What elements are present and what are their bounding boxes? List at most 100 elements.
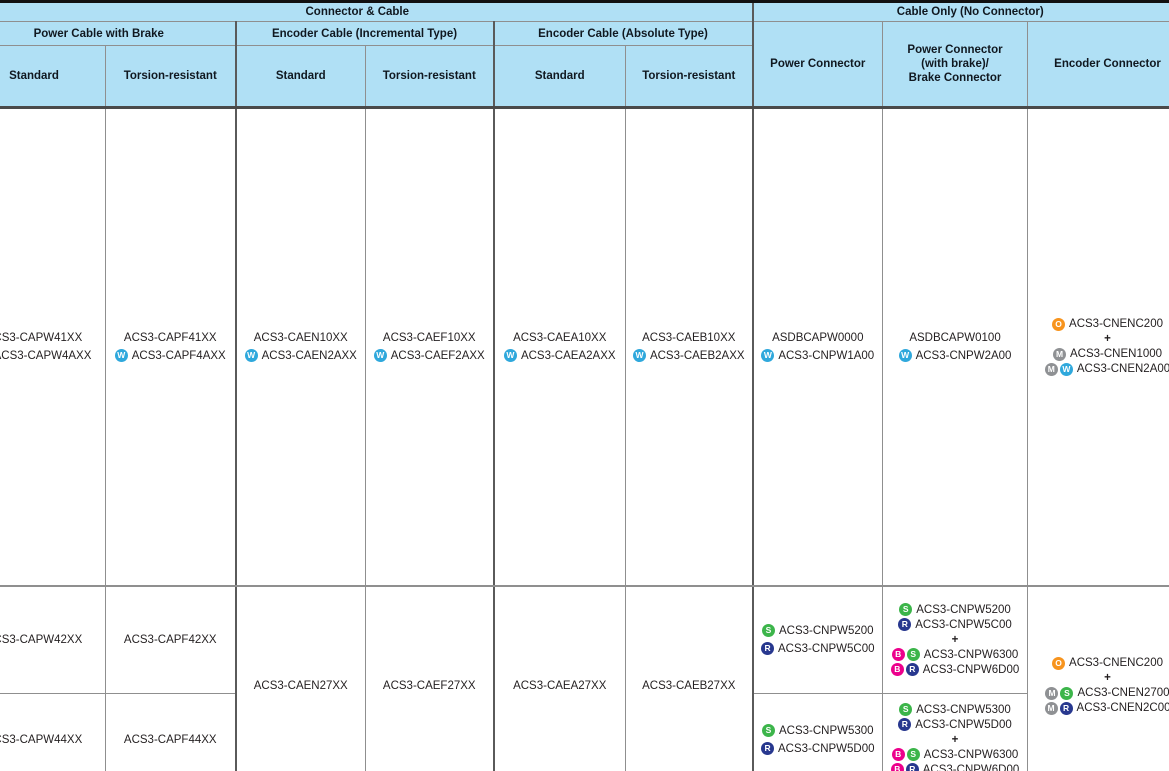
subgroup-header-encoder-cable-absolute: Encoder Cable (Absolute Type): [492, 21, 754, 46]
plus-separator: +: [884, 732, 1027, 747]
part-number-text: ACS3-CAEF27XX: [382, 679, 476, 692]
part-number-text: ACS3-CAPF42XX: [123, 633, 217, 646]
column-header-incremental-torsion: Torsion-resistant: [365, 45, 494, 109]
part-number-line: W ACS3-CNPW1A00: [755, 348, 882, 364]
part-number-text: ACS3-CNPW5C00: [915, 618, 1012, 631]
badge-o-icon: O: [1052, 656, 1066, 670]
part-number-line: ACS3-CAPW42XX: [0, 632, 105, 648]
part-number-text: ACS3-CAEA27XX: [513, 679, 607, 692]
catalog-table-page: Connector & Cable Cable Only (No Connect…: [0, 0, 1169, 771]
part-number-text: ACS3-CNEN1000: [1069, 348, 1163, 361]
cell-absolute-standard-row1: ACS3-CAEA10XX W ACS3-CAEA2AXX: [492, 107, 626, 587]
badge-m-icon: M: [1045, 686, 1059, 700]
column-header-power-standard: Standard: [0, 45, 106, 109]
part-number-line: W ACS3-CAEA2AXX: [496, 348, 625, 364]
part-number-text: ACS3-CAEB27XX: [642, 679, 736, 692]
part-number-line: W ACS3-CAEN2AXX: [238, 348, 365, 364]
cell-absolute-torsion-row1: ACS3-CAEB10XX W ACS3-CAEB2AXX: [624, 107, 754, 587]
column-header-power-brake-connector: Power Connector (with brake)/ Brake Conn…: [882, 21, 1029, 109]
badge-s-icon: S: [906, 748, 920, 761]
plus-text: +: [1104, 672, 1111, 685]
column-header-incremental-standard: Standard: [234, 45, 366, 109]
badge-w-icon: W: [114, 349, 128, 363]
part-number-text: ASDBCAPW0100: [909, 331, 1001, 344]
badge-s-icon: S: [899, 603, 913, 617]
badge-b-icon: B: [890, 663, 904, 677]
column-header-absolute-torsion: Torsion-resistant: [624, 45, 754, 109]
part-number-line: M ACS3-CNEN1000: [1029, 347, 1169, 362]
cell-power-torsion-row2a: ACS3-CAPF42XX: [105, 585, 236, 694]
part-number-text: ACS3-CNPW5C00: [778, 642, 875, 655]
part-number-line: ACS3-CAEA10XX: [496, 330, 625, 346]
cell-absolute-standard-row2: ACS3-CAEA27XX: [492, 585, 626, 771]
cell-power-connector-row1: ASDBCAPW0000 W ACS3-CNPW1A00: [751, 107, 884, 587]
part-number-line: ACS3-CAPW41XX: [0, 330, 105, 346]
badge-s-icon: S: [1060, 686, 1074, 700]
cell-encoder-connector-row1: O ACS3-CNENC200 + M ACS3-CNEN1000 M W ACS3-CNEN…: [1027, 107, 1169, 587]
part-number-line: W ACS3-CNPW2A00: [884, 348, 1027, 364]
cell-power-standard-row2a: ACS3-CAPW42XX: [0, 585, 106, 694]
part-number-line: ACS3-CAEB10XX: [627, 330, 752, 346]
subgroup-header-encoder-cable-incremental: Encoder Cable (Incremental Type): [234, 21, 494, 46]
part-number-text: ACS3-CNPW5300: [778, 724, 874, 737]
part-number-text: ACS3-CNPW5300: [916, 703, 1011, 716]
part-number-text: ACS3-CNPW6D00: [922, 763, 1020, 771]
part-number-line: B S ACS3-CNPW6300: [884, 747, 1027, 762]
badge-b-icon: B: [890, 763, 904, 771]
plus-separator: +: [1029, 332, 1169, 347]
part-number-text: ACS3-CAEF2AXX: [390, 349, 485, 362]
part-number-text: ACS3-CNPW5200: [778, 624, 874, 637]
badge-r-icon: R: [761, 742, 775, 755]
part-number-line: S ACS3-CNPW5200: [884, 602, 1027, 617]
cell-power-standard-row2b: ACS3-CAPW44XX: [0, 693, 106, 771]
badge-w-icon: W: [898, 349, 912, 363]
badge-w-icon: W: [244, 349, 258, 363]
part-number-text: ACS3-CAEA10XX: [513, 331, 607, 344]
column-header-absolute-standard: Standard: [492, 45, 626, 109]
part-number-text: ACS3-CAPF44XX: [123, 733, 217, 746]
badge-w-icon: W: [373, 349, 387, 363]
cell-power-connector-row2a: S ACS3-CNPW5200 R ACS3-CNPW5C00: [751, 585, 884, 694]
plus-text: +: [951, 633, 959, 646]
cell-power-connector-row2b: S ACS3-CNPW5300 R ACS3-CNPW5D00: [751, 693, 884, 771]
badge-r-icon: R: [1059, 701, 1073, 715]
cell-power-brake-connector-row2b: S ACS3-CNPW5300 R ACS3-CNPW5D00 + B S ACS3-CNPW…: [882, 693, 1029, 771]
badge-r-icon: R: [898, 618, 912, 632]
part-number-text: ACS3-CNENC200: [1069, 657, 1163, 670]
cell-incremental-torsion-row1: ACS3-CAEF10XX W ACS3-CAEF2AXX: [365, 107, 494, 587]
part-number-text: ACS3-CAPF41XX: [123, 331, 217, 344]
part-number-text: ACS3-CNPW5D00: [778, 742, 875, 755]
plus-text: +: [1104, 333, 1111, 346]
part-number-text: ACS3-CNPW5200: [916, 603, 1011, 616]
column-header-encoder-connector: Encoder Connector: [1027, 21, 1169, 109]
badge-w-icon: W: [503, 349, 517, 363]
subgroup-header-power-cable-with-brake: Power Cable with Brake: [0, 21, 236, 46]
part-number-line: ACS3-CAEB27XX: [627, 678, 752, 694]
part-number-text: ACS3-CAEB2AXX: [649, 349, 745, 362]
cell-power-brake-connector-row1: ASDBCAPW0100 W ACS3-CNPW2A00: [882, 107, 1029, 587]
part-number-line: B R ACS3-CNPW6D00: [884, 662, 1027, 677]
part-number-text: ASDBCAPW0000: [772, 331, 864, 344]
part-number-text: ACS3-CAPW41XX: [0, 331, 83, 344]
part-number-line: ACS3-CAEA27XX: [496, 678, 625, 694]
part-number-text: ACS3-CNEN2700: [1077, 687, 1169, 700]
part-number-line: M R ACS3-CNEN2C00: [1029, 701, 1169, 716]
badge-r-icon: R: [898, 718, 912, 731]
part-number-line: S ACS3-CNPW5200: [755, 623, 882, 639]
part-number-text: ACS3-CNEN2C00: [1076, 702, 1169, 715]
cell-power-brake-connector-row2a: S ACS3-CNPW5200 R ACS3-CNPW5C00 + B S ACS3-CNPW…: [882, 585, 1029, 694]
part-number-text: ACS3-CNPW6D00: [922, 663, 1020, 676]
part-number-line: B R ACS3-CNPW6D00: [884, 762, 1027, 771]
part-number-line: ACS3-CAEF10XX: [367, 330, 493, 346]
part-number-line: M W ACS3-CNEN2A00: [1029, 362, 1169, 377]
part-number-line: W ACS3-CAPF4AXX: [107, 348, 235, 364]
part-number-line: ACS3-CAPF42XX: [107, 632, 235, 648]
part-number-line: O ACS3-CNENC200: [1029, 317, 1169, 332]
part-number-line: ACS3-CAEN10XX: [238, 330, 365, 346]
badge-s-icon: S: [761, 724, 775, 737]
group-header-cable-only: Cable Only (No Connector): [751, 1, 1169, 22]
part-number-text: ACS3-CNEN2A00: [1076, 363, 1169, 376]
part-number-line: ACS3-CAEN27XX: [238, 678, 365, 694]
cell-incremental-standard-row1: ACS3-CAEN10XX W ACS3-CAEN2AXX: [234, 107, 366, 587]
part-number-line: ASDBCAPW0100: [884, 330, 1027, 346]
